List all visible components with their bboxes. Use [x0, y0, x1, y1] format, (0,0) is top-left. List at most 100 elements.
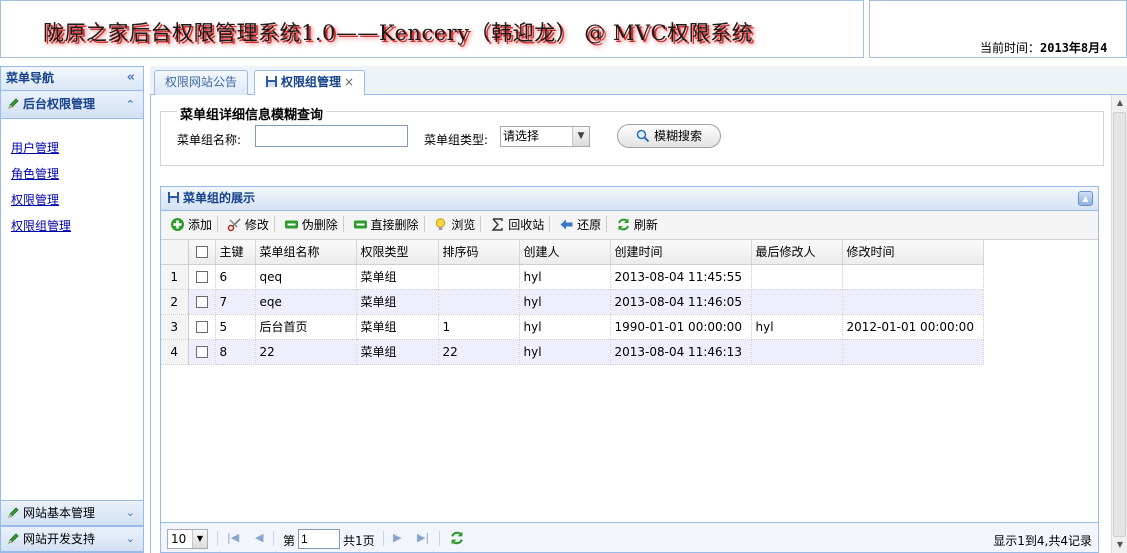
fuzzy-search-button[interactable]: 模糊搜索 — [617, 124, 721, 148]
time-value: 2013年8月4 — [1040, 41, 1108, 55]
refresh-button[interactable]: 刷新 — [612, 211, 662, 239]
table-cell: 菜单组 — [356, 289, 439, 315]
column-header[interactable]: 创建时间 — [610, 240, 752, 265]
page-size-value: 10 — [171, 532, 187, 546]
search-label: 模糊搜索 — [653, 129, 702, 143]
pagination-bar: 10 ▼ |◀ ◀ 第 共1页 ▶ ▶| 显示1到4,共4记录 — [161, 522, 1098, 552]
page-size-select[interactable]: 10 ▼ — [167, 529, 208, 549]
row-checkbox[interactable] — [188, 339, 216, 365]
scissors-icon — [227, 218, 241, 232]
sidebar-item-user-management[interactable]: 用户管理 — [11, 135, 143, 161]
table-row[interactable]: 3 5 后台首页 菜单组 1 hyl 1990-01-01 00:00:00 h… — [161, 314, 984, 340]
browse-button[interactable]: 浏览 — [429, 211, 479, 239]
table-row[interactable]: 4 8 22 菜单组 22 hyl 2013-08-04 11:46:13 — [161, 339, 984, 365]
table-cell: 菜单组 — [356, 339, 439, 365]
tab-permission-group[interactable]: 权限组管理 × — [254, 70, 366, 96]
table-cell: hyl — [519, 339, 611, 365]
table-cell — [751, 264, 843, 290]
chevron-down-icon: ▼ — [192, 530, 207, 548]
select-value: 请选择 — [503, 129, 540, 143]
table-cell: 2013-08-04 11:45:55 — [610, 264, 752, 290]
sidebar-item-permission-group-management[interactable]: 权限组管理 — [11, 213, 143, 239]
sidebar: 菜单导航 « 后台权限管理 ⌃ 用户管理 角色管理 权限管理 权限组管理 网站基… — [0, 66, 144, 553]
table-cell: 2012-01-01 00:00:00 — [842, 314, 984, 340]
sidebar-section-backend[interactable]: 后台权限管理 ⌃ — [1, 91, 143, 119]
column-header[interactable]: 排序码 — [438, 240, 520, 265]
table-row[interactable]: 1 6 qeq 菜单组 hyl 2013-08-04 11:45:55 — [161, 264, 984, 290]
grid-header: 菜单组的展示 ▲ — [161, 187, 1098, 211]
prev-page-icon[interactable]: ◀ — [255, 531, 263, 544]
table-cell: hyl — [751, 314, 843, 340]
last-page-icon[interactable]: ▶| — [417, 531, 429, 544]
refresh-icon[interactable] — [449, 530, 465, 546]
toolbar-separator — [480, 216, 482, 232]
row-checkbox[interactable] — [188, 289, 216, 315]
collapse-sidebar-icon[interactable]: « — [127, 67, 135, 89]
floppy-icon — [168, 192, 179, 203]
page-number-input[interactable] — [298, 529, 340, 549]
button-label: 浏览 — [451, 218, 476, 232]
table-cell: 2013-08-04 11:46:05 — [610, 289, 752, 315]
menu-group-type-label: 菜单组类型: — [424, 133, 489, 147]
sidebar-item-permission-management[interactable]: 权限管理 — [11, 187, 143, 213]
pencil-icon — [8, 507, 19, 518]
toolbar-separator — [342, 216, 344, 232]
menu-group-name-input[interactable] — [255, 125, 408, 147]
row-checkbox[interactable] — [188, 314, 216, 340]
scroll-down-icon[interactable]: ▼ — [1115, 540, 1125, 550]
collapse-panel-icon[interactable]: ▲ — [1078, 191, 1093, 206]
pager-separator — [439, 531, 440, 546]
chevron-down-icon[interactable]: ⌄ — [126, 501, 135, 525]
select-all-checkbox[interactable] — [188, 240, 216, 265]
magnifier-icon — [636, 129, 650, 143]
row-checkbox[interactable] — [188, 264, 216, 290]
sidebar-title: 菜单导航 — [6, 71, 55, 85]
pager-separator — [383, 531, 384, 546]
row-number: 2 — [161, 289, 189, 315]
table-cell: hyl — [519, 264, 611, 290]
edit-button[interactable]: 修改 — [223, 211, 273, 239]
sidebar-section-label: 网站开发支持 — [23, 532, 96, 546]
column-header[interactable]: 权限类型 — [356, 240, 439, 265]
column-header[interactable]: 最后修改人 — [751, 240, 843, 265]
scrollbar-thumb[interactable] — [1113, 112, 1126, 537]
soft-delete-button[interactable]: 伪删除 — [280, 211, 342, 239]
menu-group-name-label: 菜单组名称: — [177, 133, 242, 147]
table-row[interactable]: 2 7 eqe 菜单组 hyl 2013-08-04 11:46:05 — [161, 289, 984, 315]
back-arrow-icon — [560, 219, 573, 230]
close-tab-icon[interactable]: × — [344, 75, 354, 89]
app-title: 陇原之家后台权限管理系统1.0——Kencery（韩迎龙） @ MVC权限系统 — [43, 21, 754, 45]
chevron-up-icon[interactable]: ⌃ — [126, 91, 135, 118]
column-header[interactable]: 创建人 — [519, 240, 611, 265]
add-button[interactable]: 添加 — [166, 211, 216, 239]
table-cell — [751, 339, 843, 365]
sidebar-section-label: 后台权限管理 — [23, 97, 96, 111]
row-number-header — [161, 240, 189, 265]
tab-site-announcement[interactable]: 权限网站公告 — [154, 70, 249, 95]
vertical-scrollbar[interactable]: ▲ ▼ — [1111, 95, 1127, 553]
menu-group-type-select[interactable]: 请选择 ▼ — [500, 126, 590, 147]
sidebar-section-site-dev[interactable]: 网站开发支持 ⌄ — [1, 526, 143, 552]
restore-button[interactable]: 还原 — [555, 211, 605, 239]
recycle-bin-button[interactable]: 回收站 — [486, 211, 548, 239]
page-total: 共1页 — [343, 534, 375, 548]
app-window: 陇原之家后台权限管理系统1.0——Kencery（韩迎龙） @ MVC权限系统 … — [0, 0, 1127, 553]
scroll-up-icon[interactable]: ▲ — [1115, 98, 1125, 108]
table-cell: 2013-08-04 11:46:13 — [610, 339, 752, 365]
table-cell: 1 — [438, 314, 520, 340]
column-header[interactable]: 菜单组名称 — [255, 240, 357, 265]
hard-delete-button[interactable]: 直接删除 — [349, 211, 423, 239]
first-page-icon[interactable]: |◀ — [227, 531, 239, 544]
next-page-icon[interactable]: ▶ — [393, 531, 401, 544]
time-label: 当前时间： — [980, 41, 1041, 55]
button-label: 直接删除 — [370, 218, 419, 232]
query-legend: 菜单组详细信息模糊查询 — [177, 104, 327, 123]
toolbar-separator — [606, 216, 608, 232]
tab-label: 权限组管理 — [281, 75, 342, 89]
column-header[interactable]: 主键 — [215, 240, 256, 265]
sidebar-section-site-basic[interactable]: 网站基本管理 ⌄ — [1, 500, 143, 526]
sidebar-item-role-management[interactable]: 角色管理 — [11, 161, 143, 187]
table-cell: 22 — [255, 339, 357, 365]
column-header[interactable]: 修改时间 — [842, 240, 984, 265]
chevron-down-icon[interactable]: ⌄ — [126, 527, 135, 551]
